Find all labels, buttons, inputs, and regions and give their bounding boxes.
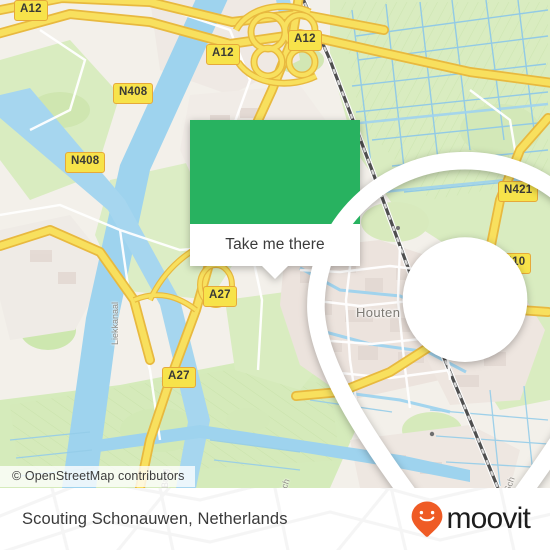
place-title: Scouting Schonauwen, Netherlands bbox=[22, 509, 288, 528]
moovit-smiley-pin-icon bbox=[412, 501, 443, 537]
take-me-there-label: Take me there bbox=[225, 236, 325, 253]
location-pin-icon bbox=[307, 151, 550, 488]
map-canvas[interactable]: A12 A12 A12 N408 N408 N421 N410 A27 A27 … bbox=[0, 0, 550, 488]
waterway-label-liekkanaal: Liekkanaal bbox=[110, 301, 120, 345]
callout-pointer bbox=[262, 266, 288, 279]
moovit-wordmark: moovit bbox=[446, 502, 530, 535]
road-shield-a12-2: A12 bbox=[206, 44, 240, 65]
road-shield-a12-3: A12 bbox=[288, 30, 322, 51]
road-shield-n408-1: N408 bbox=[113, 83, 154, 104]
footer-bar: Scouting Schonauwen, Netherlands moovit bbox=[0, 488, 550, 550]
map-attribution[interactable]: © OpenStreetMap contributors bbox=[0, 466, 195, 487]
road-shield-n408-2: N408 bbox=[65, 152, 106, 173]
take-me-there-button[interactable]: Take me there bbox=[190, 224, 360, 279]
callout-icon-area bbox=[190, 120, 550, 488]
road-shield-a12-1: A12 bbox=[14, 0, 48, 21]
moovit-brand[interactable]: moovit bbox=[410, 500, 531, 538]
moovit-place-card-screenshot: A12 A12 A12 N408 N408 N421 N410 A27 A27 … bbox=[0, 0, 550, 550]
place-callout-card[interactable]: Take me there bbox=[190, 120, 550, 488]
